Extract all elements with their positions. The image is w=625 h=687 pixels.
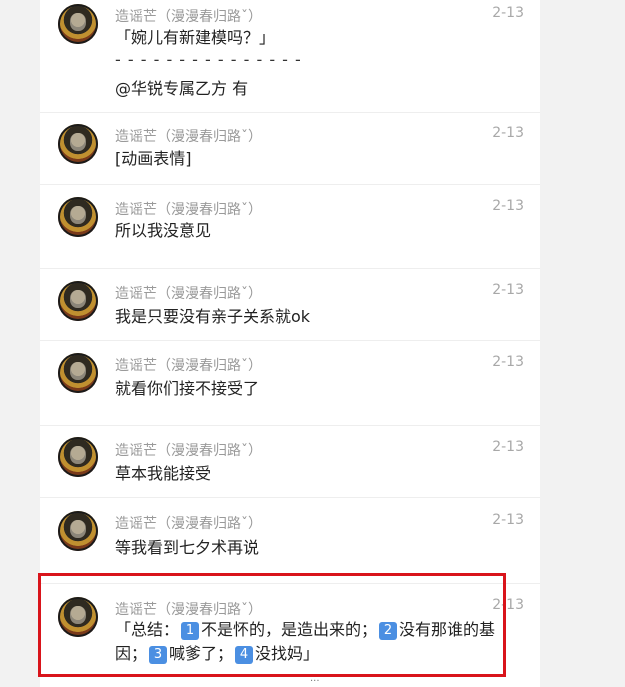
comment-text: 我是只要没有亲子关系就ok bbox=[115, 307, 311, 326]
comment-text: 所以我没意见 bbox=[115, 221, 212, 240]
comment-text: [动画表情] bbox=[115, 149, 192, 168]
comment-item: 造谣芒（漫漫春归路ˇ） 2-13 等我看到七夕术再说 bbox=[40, 498, 540, 584]
comment-item: 造谣芒（漫漫春归路ˇ） 2-13 [动画表情] bbox=[40, 113, 540, 185]
comment-item: 造谣芒（漫漫春归路ˇ） 2-13 「婉儿有新建模吗？」 - - - - - - … bbox=[40, 0, 540, 113]
user-avatar[interactable] bbox=[58, 4, 98, 44]
user-name[interactable]: 造谣芒（漫漫春归路ˇ） bbox=[115, 199, 262, 219]
comment-date: 2-13 bbox=[492, 5, 524, 21]
comment-item: 造谣芒（漫漫春归路ˇ） 2-13 所以我没意见 bbox=[40, 185, 540, 269]
comment-date: 2-13 bbox=[492, 354, 524, 370]
user-name[interactable]: 造谣芒（漫漫春归路ˇ） bbox=[115, 6, 262, 26]
user-name[interactable]: 造谣芒（漫漫春归路ˇ） bbox=[115, 283, 262, 303]
user-name[interactable]: 造谣芒（漫漫春归路ˇ） bbox=[115, 513, 262, 533]
comment-text: 等我看到七夕术再说 bbox=[115, 538, 260, 557]
user-avatar[interactable] bbox=[58, 197, 98, 237]
more-indicator[interactable]: ··· bbox=[310, 676, 320, 687]
reply-mention[interactable]: @华锐专属乙方 有 bbox=[115, 75, 248, 99]
comment-date: 2-13 bbox=[492, 282, 524, 298]
comment-date: 2-13 bbox=[492, 198, 524, 214]
comment-text: 草本我能接受 bbox=[115, 464, 212, 483]
user-name[interactable]: 造谣芒（漫漫春归路ˇ） bbox=[115, 355, 262, 375]
comment-date: 2-13 bbox=[492, 439, 524, 455]
comment-item: 造谣芒（漫漫春归路ˇ） 2-13 就看你们接不接受了 bbox=[40, 341, 540, 426]
user-avatar[interactable] bbox=[58, 511, 98, 551]
user-avatar[interactable] bbox=[58, 353, 98, 393]
quote-divider: - - - - - - - - - - - - - - - bbox=[115, 50, 302, 69]
comment-date: 2-13 bbox=[492, 125, 524, 141]
comment-date: 2-13 bbox=[492, 512, 524, 528]
comment-item: 造谣芒（漫漫春归路ˇ） 2-13 草本我能接受 bbox=[40, 426, 540, 498]
user-name[interactable]: 造谣芒（漫漫春归路ˇ） bbox=[115, 126, 262, 146]
comment-item: 造谣芒（漫漫春归路ˇ） 2-13 我是只要没有亲子关系就ok bbox=[40, 269, 540, 341]
user-avatar[interactable] bbox=[58, 281, 98, 321]
user-avatar[interactable] bbox=[58, 437, 98, 477]
comment-text: 「婉儿有新建模吗？」 bbox=[115, 28, 276, 47]
highlight-box bbox=[38, 573, 506, 677]
user-avatar[interactable] bbox=[58, 124, 98, 164]
comment-text: 就看你们接不接受了 bbox=[115, 379, 260, 398]
user-name[interactable]: 造谣芒（漫漫春归路ˇ） bbox=[115, 440, 262, 460]
